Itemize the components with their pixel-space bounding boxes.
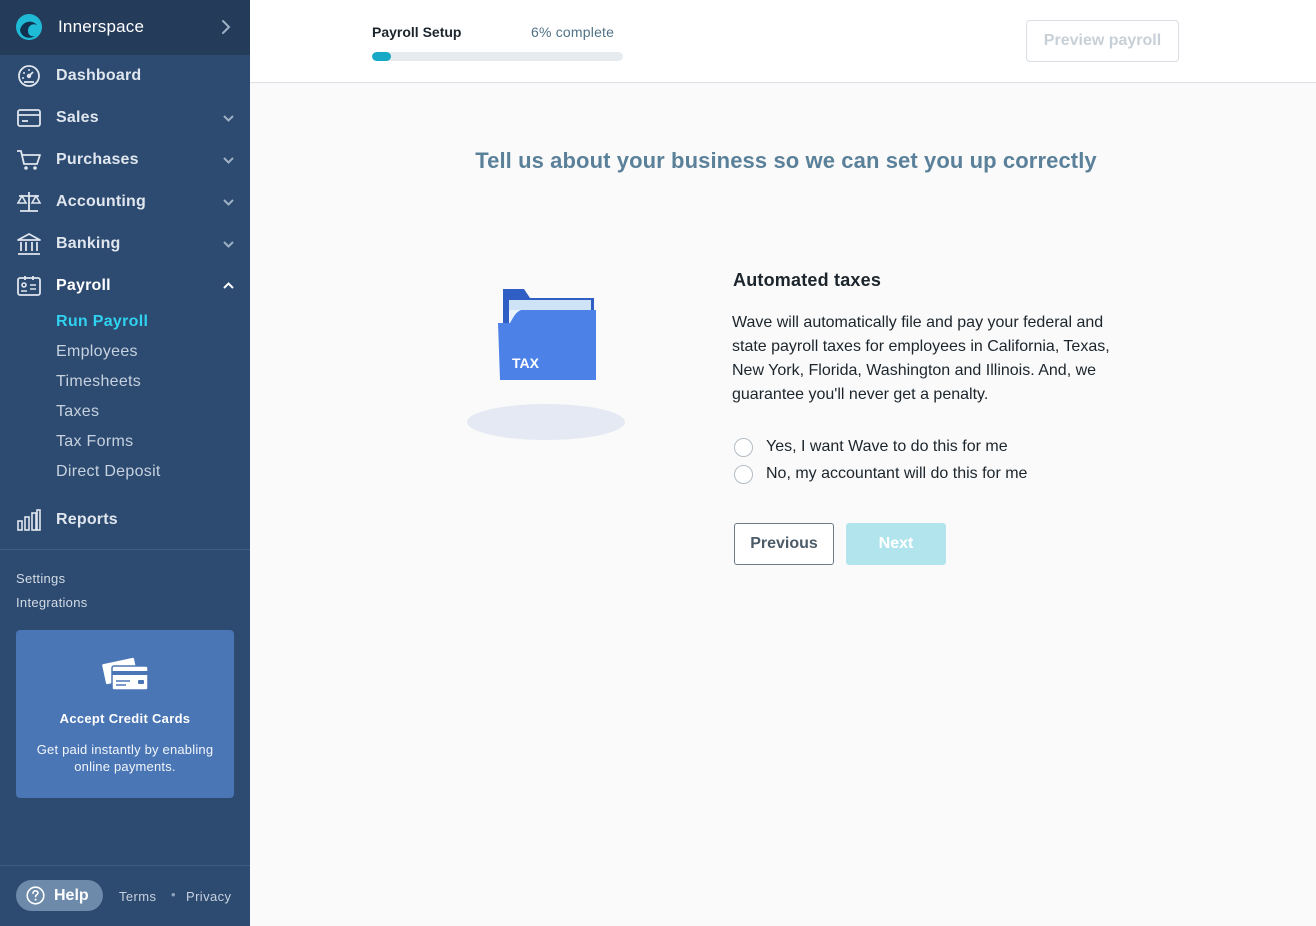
sub-item-direct-deposit[interactable]: Direct Deposit [56, 463, 161, 481]
option-label: Yes, I want Wave to do this for me [766, 438, 1008, 455]
business-name: Innerspace [58, 17, 145, 36]
chevron-down-icon [223, 157, 234, 164]
chevron-down-icon [223, 115, 234, 122]
help-button[interactable]: Help [16, 880, 103, 911]
next-button[interactable]: Next [846, 523, 946, 565]
chevron-down-icon [223, 241, 234, 248]
sub-item-timesheets[interactable]: Timesheets [56, 373, 141, 391]
sub-item-taxes[interactable]: Taxes [56, 403, 99, 421]
nav-label: Reports [56, 511, 118, 528]
cart-icon [17, 150, 41, 170]
nav-banking[interactable]: Banking [0, 223, 250, 265]
bar-chart-icon [17, 509, 41, 531]
preview-payroll-button[interactable]: Preview payroll [1026, 20, 1179, 62]
previous-button[interactable]: Previous [734, 523, 834, 565]
promo-title: Accept Credit Cards [59, 711, 191, 726]
nav-label: Sales [56, 109, 99, 126]
sub-item-run-payroll[interactable]: Run Payroll [56, 313, 148, 331]
sub-item-tax-forms[interactable]: Tax Forms [56, 433, 133, 451]
nav-accounting[interactable]: Accounting [0, 181, 250, 223]
promo-text: Get paid instantly by enabling online pa… [36, 742, 214, 774]
sidebar: Innerspace Dashboard Sales Purchases Acc… [0, 0, 250, 926]
nav-label: Banking [56, 235, 121, 252]
id-card-icon [17, 276, 41, 296]
radio-button[interactable] [734, 438, 753, 457]
folder-label: TAX [512, 355, 540, 371]
tax-folder-icon: TAX [467, 289, 625, 440]
nav-dashboard[interactable]: Dashboard [0, 55, 250, 97]
nav-label: Purchases [56, 151, 139, 168]
footer-separator: • [171, 887, 176, 902]
integrations-link[interactable]: Integrations [16, 595, 88, 610]
nav-purchases[interactable]: Purchases [0, 139, 250, 181]
privacy-link[interactable]: Privacy [186, 889, 231, 904]
help-label: Help [54, 887, 89, 904]
business-switcher[interactable]: Innerspace [0, 0, 250, 55]
sidebar-divider [0, 549, 250, 550]
option-label: No, my accountant will do this for me [766, 465, 1028, 482]
question-title: Automated taxes [733, 270, 882, 290]
progress-fill [372, 52, 391, 61]
sub-item-employees[interactable]: Employees [56, 343, 138, 361]
settings-link[interactable]: Settings [16, 571, 65, 586]
scale-icon [16, 192, 42, 212]
question-description: Wave will automatically file and pay you… [732, 314, 1110, 403]
nav-payroll[interactable]: Payroll [0, 265, 250, 307]
credit-cards-icon [100, 656, 149, 691]
page-headline: Tell us about your business so we can se… [475, 148, 1097, 173]
progress-bar [372, 52, 623, 61]
chevron-right-icon [222, 20, 231, 34]
setup-header: Payroll Setup 6% complete Preview payrol… [250, 0, 1316, 83]
accept-credit-cards-promo[interactable]: Accept Credit Cards Get paid instantly b… [16, 630, 234, 798]
bank-icon [17, 233, 41, 255]
nav-sales[interactable]: Sales [0, 97, 250, 139]
chevron-down-icon [223, 199, 234, 206]
footer-divider [0, 865, 250, 866]
wave-logo-icon [16, 14, 42, 40]
nav-label: Dashboard [56, 67, 142, 84]
nav-label: Payroll [56, 277, 111, 294]
nav-reports[interactable]: Reports [0, 499, 250, 541]
chevron-up-icon [223, 282, 234, 289]
question-icon [26, 886, 45, 905]
radio-button[interactable] [734, 465, 753, 484]
setup-percent: 6% complete [531, 24, 615, 40]
nav-label: Accounting [56, 193, 146, 210]
setup-step-title: Payroll Setup [372, 24, 462, 40]
dashboard-icon [18, 65, 40, 87]
terms-link[interactable]: Terms [119, 889, 156, 904]
sales-card-icon [17, 109, 41, 127]
